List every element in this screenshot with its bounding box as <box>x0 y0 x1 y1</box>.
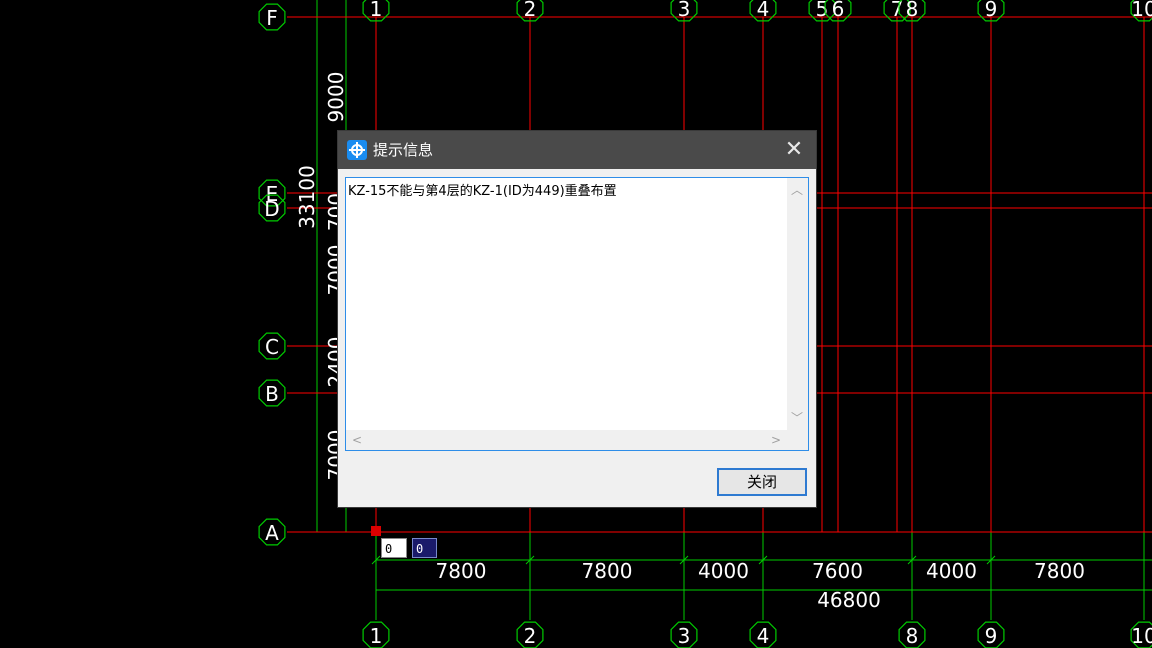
coord-y-input[interactable]: 0 <box>412 538 437 558</box>
dialog-titlebar[interactable]: 提示信息 ✕ <box>338 131 816 169</box>
axis-label: 1 <box>370 624 383 648</box>
axis-label: 6 <box>832 0 845 21</box>
dialog-title: 提示信息 <box>373 141 434 159</box>
dimension-text: 9000 <box>324 72 348 123</box>
coord-x-input[interactable]: 0 <box>381 538 407 558</box>
axis-label: 1 <box>370 0 383 21</box>
axis-label: 2 <box>524 624 537 648</box>
dimension-text: 7800 <box>582 559 633 583</box>
horizontal-scrollbar[interactable]: < > <box>346 430 787 450</box>
message-textarea[interactable]: KZ-15不能与第4层的KZ-1(ID为449)重叠布置 ︿ ﹀ < > <box>345 177 809 451</box>
dimension-text: 4000 <box>698 559 749 583</box>
axis-label: 7 <box>891 0 904 21</box>
close-button[interactable]: 关闭 <box>717 468 807 496</box>
message-dialog: 提示信息 ✕ KZ-15不能与第4层的KZ-1(ID为449)重叠布置 ︿ ﹀ … <box>337 130 817 508</box>
axis-label: 2 <box>524 0 537 21</box>
dimension-total-text: 46800 <box>817 588 881 612</box>
axis-label: C <box>265 335 279 359</box>
axis-label: F <box>266 6 278 30</box>
scrollbar-corner <box>787 430 808 450</box>
close-icon[interactable]: ✕ <box>780 136 808 164</box>
axis-label: 3 <box>678 624 691 648</box>
dimension-text: 7800 <box>436 559 487 583</box>
app-logo-icon <box>347 140 367 160</box>
dimension-total-text: 33100 <box>295 165 319 229</box>
axis-label: A <box>265 521 279 545</box>
scroll-right-icon[interactable]: > <box>768 432 784 448</box>
axis-label: 10 <box>1131 0 1152 21</box>
axis-label: 8 <box>906 0 919 21</box>
axis-label: 5 <box>816 0 829 21</box>
dimension-text: 7800 <box>1034 559 1085 583</box>
scroll-left-icon[interactable]: < <box>349 432 365 448</box>
axis-label: D <box>264 197 279 221</box>
axis-label: 9 <box>985 0 998 21</box>
dimension-text: 4000 <box>926 559 977 583</box>
origin-marker <box>371 526 381 536</box>
axis-label: 10 <box>1131 624 1152 648</box>
dimension-text: 7600 <box>812 559 863 583</box>
message-text: KZ-15不能与第4层的KZ-1(ID为449)重叠布置 <box>348 184 617 199</box>
axis-label: 8 <box>906 624 919 648</box>
axis-label: 9 <box>985 624 998 648</box>
axis-label: 4 <box>757 624 770 648</box>
axis-label: 4 <box>757 0 770 21</box>
scroll-down-icon[interactable]: ﹀ <box>789 410 805 426</box>
axis-label: B <box>265 382 279 406</box>
vertical-scrollbar[interactable]: ︿ ﹀ <box>787 178 808 430</box>
axis-label: 3 <box>678 0 691 21</box>
scroll-up-icon[interactable]: ︿ <box>789 182 805 198</box>
